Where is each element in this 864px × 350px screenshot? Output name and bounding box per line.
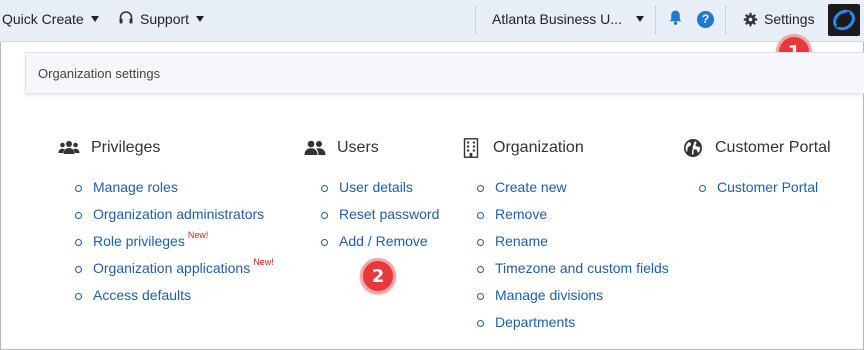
list-item: Manage divisions [459,281,669,308]
list-item: Create new [459,173,669,200]
add-remove-link[interactable]: Add / Remove [339,233,428,249]
help-icon: ? [697,10,714,28]
manage-divisions-link[interactable]: Manage divisions [495,287,603,303]
customer-portal-links: Customer Portal [681,173,831,200]
section-title: Organization [493,139,584,156]
list-item: Timezone and custom fields [459,254,669,281]
list-item: User details [303,173,439,200]
section-heading: Organization [459,136,669,160]
list-item: Manage roles [57,173,274,200]
help-button[interactable]: ? [697,0,714,38]
access-defaults-link[interactable]: Access defaults [93,287,191,303]
list-item: Role privileges New! [57,227,274,254]
chevron-down-icon [90,16,99,22]
privileges-links: Manage roles Organization administrators… [57,173,274,308]
settings-button[interactable]: Settings [743,0,815,38]
quick-create-menu[interactable]: Quick Create [2,0,99,38]
bell-icon [667,9,684,29]
divider [725,5,726,35]
top-navigation-bar: Quick Create Support Atlanta Business U.… [0,0,864,42]
list-item: Customer Portal [681,173,831,200]
list-item: Access defaults [57,281,274,308]
role-privileges-link[interactable]: Role privileges [93,233,185,249]
list-item: Rename [459,227,669,254]
manage-roles-link[interactable]: Manage roles [93,179,178,195]
departments-link[interactable]: Departments [495,314,575,330]
gear-icon [743,12,758,27]
users-icon [303,140,327,156]
organization-administrators-link[interactable]: Organization administrators [93,206,264,222]
organization-section: Organization Create new Remove Rename Ti… [459,136,669,335]
customer-portal-section: Customer Portal Customer Portal [681,136,831,200]
create-new-link[interactable]: Create new [495,179,567,195]
notifications-button[interactable] [667,0,684,38]
divider [475,5,476,35]
chevron-down-icon [635,16,644,22]
new-badge: New! [253,256,274,267]
section-title: Users [337,139,379,156]
users-links: User details Reset password Add / Remove [303,173,439,254]
business-unit-selector[interactable]: Atlanta Business U... [492,0,644,38]
reset-password-link[interactable]: Reset password [339,206,439,222]
logo-icon[interactable] [828,4,860,36]
timezone-custom-fields-link[interactable]: Timezone and custom fields [495,260,669,276]
headset-icon [118,10,134,29]
quick-create-label: Quick Create [2,11,84,27]
users-group-icon [57,140,81,156]
list-item: Add / Remove [303,227,439,254]
building-icon [459,138,483,158]
settings-label: Settings [764,11,815,27]
section-heading: Users [303,136,439,160]
remove-link[interactable]: Remove [495,206,547,222]
privileges-section: Privileges Manage roles Organization adm… [57,136,274,308]
chevron-down-icon [196,16,205,22]
section-title: Customer Portal [715,139,831,156]
user-details-link[interactable]: User details [339,179,413,195]
organization-applications-link[interactable]: Organization applications [93,260,250,276]
users-section: Users User details Reset password Add / … [303,136,439,254]
globe-icon [681,138,705,158]
list-item: Remove [459,200,669,227]
list-item: Departments [459,308,669,335]
support-menu[interactable]: Support [118,0,205,38]
new-badge: New! [187,229,209,240]
section-title: Privileges [91,139,161,156]
business-unit-label: Atlanta Business U... [492,11,622,27]
breadcrumb-label: Organization settings [38,65,161,81]
section-heading: Privileges [57,136,274,160]
list-item: Organization administrators [57,200,274,227]
organization-links: Create new Remove Rename Timezone and cu… [459,173,669,335]
customer-portal-link[interactable]: Customer Portal [717,179,818,195]
list-item: Reset password [303,200,439,227]
callout-badge-2: 2 [360,258,396,294]
list-item: Organization applications New! [57,254,274,281]
section-heading: Customer Portal [681,136,831,160]
support-label: Support [140,11,190,27]
divider [655,5,656,35]
rename-link[interactable]: Rename [495,233,548,249]
breadcrumb: Organization settings [25,52,864,94]
